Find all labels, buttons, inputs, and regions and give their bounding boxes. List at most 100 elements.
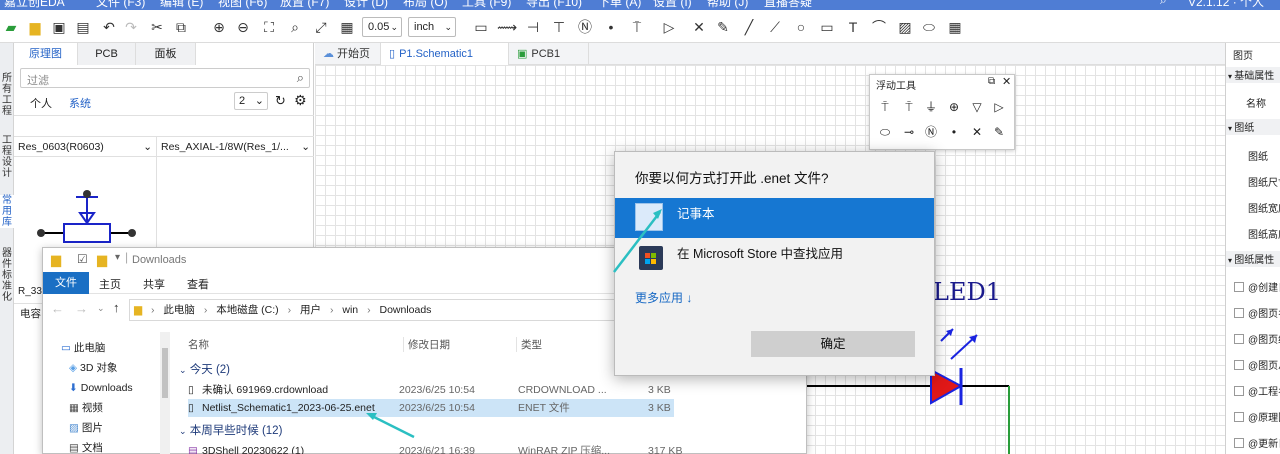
part-cell[interactable]: Res_0603(R0603) ⌄ [14, 137, 157, 157]
attr-check-row[interactable]: @图页名称 [1226, 305, 1280, 320]
nav-item-3d-objects[interactable]: ◈ 3D 对象 [69, 359, 117, 377]
folder-icon[interactable]: ▆ [97, 252, 107, 268]
open-folder-icon[interactable]: ▆ [24, 16, 46, 38]
scope-tab-personal[interactable]: 个人 [30, 95, 52, 111]
ellipse-icon[interactable]: ⬭ [918, 16, 940, 38]
breadcrumb-item[interactable]: 此电脑 [163, 304, 195, 316]
refresh-icon[interactable]: ↻ [275, 93, 286, 109]
port-bidir-icon[interactable]: ⬭ [874, 122, 896, 142]
app-option-store[interactable]: 在 Microsoft Store 中查找应用 [615, 240, 934, 276]
tab-schematic1[interactable]: ▯ P1.Schematic1 [381, 43, 509, 65]
column-name[interactable]: 名称 [188, 337, 209, 352]
group-header-today[interactable]: ⌄ 今天 (2) [179, 361, 230, 377]
checkbox-icon[interactable]: ☑ [77, 252, 88, 266]
vtab-common-library[interactable]: 常用库 [0, 195, 14, 228]
power-circle-icon[interactable]: ⊕ [943, 97, 965, 117]
search-icon[interactable]: ⌕ [1160, 0, 1167, 8]
junction-icon[interactable]: • [600, 16, 622, 38]
attr-check-row[interactable]: @工程名称 [1226, 383, 1280, 398]
vcc-icon[interactable]: ⍑ [626, 16, 648, 38]
nav-item-pictures[interactable]: ▨ 图片 [69, 419, 103, 437]
unit-select[interactable]: inch ⌄ [408, 17, 456, 37]
breadcrumb-item[interactable]: 用户 [300, 304, 321, 316]
copy-icon[interactable]: ⧉ [170, 16, 192, 38]
tab-panel[interactable]: 面板 [136, 43, 196, 65]
image-icon[interactable]: ▨ [894, 16, 916, 38]
save-icon[interactable]: ▣ [48, 16, 70, 38]
net-port-icon[interactable]: Ⓝ [920, 122, 942, 142]
chevron-down-icon[interactable]: ▾ [115, 252, 120, 263]
zoom-in-icon[interactable]: ⊕ [208, 16, 230, 38]
breadcrumb-item[interactable]: win [342, 304, 358, 316]
table-icon[interactable]: ▦ [944, 16, 966, 38]
vtab-all-projects[interactable]: 所有工程 [0, 73, 14, 117]
junction-icon[interactable]: • [943, 122, 965, 142]
breadcrumb-item[interactable]: 本地磁盘 (C:) [216, 304, 278, 316]
fit-view-icon[interactable]: ⛶ [258, 16, 280, 38]
nav-scrollbar[interactable] [160, 332, 170, 454]
port-in-icon[interactable]: ⊸ [898, 122, 920, 142]
vtab-device-standard[interactable]: 器件标准化 [0, 248, 14, 303]
rectangle-icon[interactable]: ▭ [816, 16, 838, 38]
column-date[interactable]: 修改日期 [403, 337, 450, 352]
port-out-icon[interactable]: ▷ [988, 97, 1010, 117]
ground-arrow-icon[interactable]: ▽ [966, 97, 988, 117]
chevron-down-icon[interactable]: ⌄ [97, 303, 105, 314]
ribbon-tab-file[interactable]: 文件 [43, 272, 89, 294]
menu-settings[interactable]: 设置 (I) [653, 0, 692, 10]
polyline-icon[interactable]: ⟋ [764, 16, 786, 38]
tab-pcb1[interactable]: ▣ PCB1 [509, 43, 589, 65]
bus-icon[interactable]: ▭ [470, 16, 492, 38]
file-row-selected[interactable]: ▯ Netlist_Schematic1_2023-06-25.enet 202… [188, 399, 674, 417]
nav-item-documents[interactable]: ▤ 文档 [69, 439, 103, 454]
grid-size-select[interactable]: 0.05 ⌄ [362, 17, 402, 37]
nav-item-downloads[interactable]: ⬇ Downloads [69, 379, 133, 397]
menu-design[interactable]: 设计 (D) [344, 0, 388, 10]
page-select[interactable]: 2 ⌄ [234, 92, 268, 110]
menu-file[interactable]: 文件 (F3) [96, 0, 145, 10]
menu-export[interactable]: 导出 (F10) [526, 0, 582, 10]
tab-start-page[interactable]: ☁ 开始页 [315, 43, 381, 65]
app-option-notepad[interactable]: 记事本 [615, 198, 934, 238]
net-port-icon[interactable]: Ⓝ [574, 16, 596, 38]
column-type[interactable]: 类型 [516, 337, 542, 352]
netlabel-icon[interactable]: ⊣ [522, 16, 544, 38]
scope-tab-system[interactable]: 系统 [69, 95, 91, 111]
no-connect-icon[interactable]: ✕ [688, 16, 710, 38]
circle-icon[interactable]: ○ [790, 16, 812, 38]
checkbox[interactable] [1234, 438, 1244, 448]
tab-schematic[interactable]: 原理图 [14, 43, 78, 65]
wire-icon[interactable]: ⟿ [496, 16, 518, 38]
section-sheet-attrs[interactable]: ▾ 图纸属性 [1226, 251, 1280, 267]
menu-edit[interactable]: 编辑 (E) [160, 0, 203, 10]
ribbon-tab-home[interactable]: 主页 [99, 276, 121, 292]
nav-item-this-pc[interactable]: ▭ 此电脑 [61, 339, 105, 357]
tab-pcb[interactable]: PCB [78, 43, 136, 65]
redo-icon[interactable]: ↷ [120, 16, 142, 38]
vcc-icon[interactable]: ⍑ [874, 97, 896, 117]
vtab-project-design[interactable]: 工程设计 [0, 135, 14, 179]
part-cell[interactable]: Res_AXIAL-1/8W(Res_1/... ⌄ [157, 137, 314, 157]
menu-live[interactable]: 直播答疑 [764, 0, 812, 10]
menu-order[interactable]: 下单 (A) [598, 0, 641, 10]
checkbox[interactable] [1234, 334, 1244, 344]
file-row[interactable]: ▤ 3DShell 20230622 (1) 2023/6/21 16:39 W… [188, 442, 682, 454]
grid-icon[interactable]: ▦ [336, 16, 358, 38]
zoom-area-icon[interactable]: ⌕ [284, 16, 306, 38]
new-icon[interactable]: ▰ [0, 16, 22, 38]
close-icon[interactable]: ✕ [1002, 75, 1011, 88]
attr-check-row[interactable]: @图页总数 [1226, 357, 1280, 372]
line-icon[interactable]: ╱ [738, 16, 760, 38]
attr-check-row[interactable]: @创建日期 [1226, 279, 1280, 294]
group-header-week[interactable]: ⌄ 本周早些时候 (12) [179, 422, 282, 438]
menu-place[interactable]: 放置 (F7) [280, 0, 329, 10]
menu-tools[interactable]: 工具 (F9) [462, 0, 511, 10]
section-basic[interactable]: ▾ 基础属性 [1226, 67, 1280, 83]
attr-check-row[interactable]: @图页编号 [1226, 331, 1280, 346]
checkbox[interactable] [1234, 308, 1244, 318]
more-apps-link[interactable]: 更多应用 ↓ [635, 289, 692, 306]
vee-icon[interactable]: ⍑ [898, 97, 920, 117]
fit-all-icon[interactable]: ⤢ [310, 16, 332, 38]
up-arrow-icon[interactable]: ↑ [113, 300, 120, 315]
file-row[interactable]: ▯ 未确认 691969.crdownload 2023/6/25 10:54 … [188, 381, 680, 399]
